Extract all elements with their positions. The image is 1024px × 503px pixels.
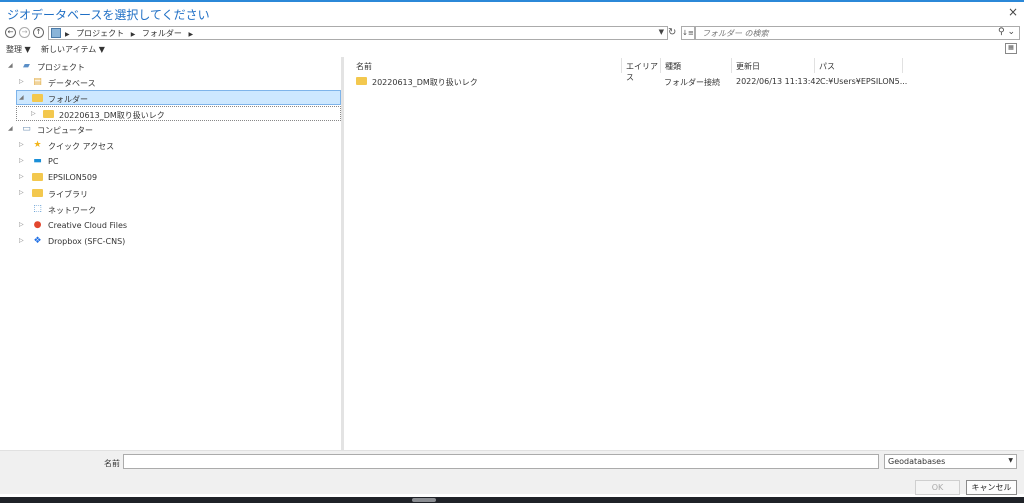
title-bar: ジオデータベースを選択してください ×	[0, 0, 1024, 24]
project-icon: ▰	[23, 61, 30, 71]
ok-button[interactable]: OK	[915, 480, 960, 495]
network-icon: ⬚	[33, 204, 42, 214]
collapse-icon[interactable]: ◢	[19, 94, 24, 101]
tree-item-sub-folder[interactable]: ▷ 20220613_DM取り扱いレク	[16, 106, 341, 121]
name-label: 名前	[104, 459, 120, 468]
bottom-panel: 名前 Geodatabases ▼ OK キャンセル	[0, 450, 1024, 495]
collapse-icon[interactable]: ◢	[8, 125, 13, 132]
expand-icon[interactable]: ▷	[31, 110, 36, 117]
navigation-tree: ◢ ▰ プロジェクト ▷ ▤ データベース ◢ フォルダー ▷ 20220613…	[4, 57, 344, 450]
tree-item-dropbox[interactable]: ▷ ❖ Dropbox (SFC-CNS)	[4, 234, 340, 249]
column-header-type[interactable]: 種類	[661, 58, 732, 73]
tree-item-creative-cloud[interactable]: ▷ ● Creative Cloud Files	[4, 218, 340, 233]
expand-icon[interactable]: ▷	[19, 173, 24, 180]
chevron-down-icon: ▼	[1008, 457, 1013, 464]
tree-item-quick-access[interactable]: ▷ ★ クイック アクセス	[4, 138, 340, 153]
search-box: ⚲ ⌄	[695, 26, 1020, 40]
collapse-icon[interactable]: ◢	[8, 62, 13, 69]
window-title: ジオデータベースを選択してください	[7, 8, 210, 22]
search-input[interactable]	[702, 27, 992, 39]
tree-item-computer[interactable]: ◢ ▭ コンピューター	[4, 122, 340, 137]
location-icon	[51, 28, 61, 38]
creative-cloud-icon: ●	[33, 220, 42, 230]
up-icon[interactable]: ↑	[33, 27, 44, 38]
folder-connection-icon	[43, 109, 54, 119]
address-dropdown-icon[interactable]: ▼	[659, 28, 664, 36]
toolbar: 整理 ▼ 新しいアイテム ▼ ▦	[0, 43, 1024, 57]
tree-item-project[interactable]: ◢ ▰ プロジェクト	[4, 59, 340, 74]
tree-item-folder[interactable]: ◢ フォルダー	[16, 90, 341, 105]
expand-icon[interactable]: ▷	[19, 157, 24, 164]
expand-icon[interactable]: ▷	[19, 78, 24, 85]
taskbar-handle[interactable]	[412, 498, 436, 502]
tree-item-epsilon[interactable]: ▷ EPSILON509	[4, 170, 340, 185]
cancel-button[interactable]: キャンセル	[966, 480, 1017, 495]
folder-icon	[32, 172, 43, 182]
star-icon: ★	[33, 140, 42, 150]
breadcrumb-item-folder[interactable]: フォルダー	[142, 29, 182, 38]
column-header-name[interactable]: 名前	[352, 58, 622, 73]
monitor-icon: ▬	[33, 156, 42, 166]
forward-icon[interactable]: →	[19, 27, 30, 38]
expand-icon[interactable]: ▷	[19, 189, 24, 196]
expand-icon[interactable]: ▷	[19, 221, 24, 228]
expand-icon[interactable]: ▷	[19, 237, 24, 244]
tree-item-network[interactable]: ⬚ ネットワーク	[4, 202, 340, 217]
refresh-icon[interactable]: ↻	[668, 27, 676, 38]
address-field[interactable]: ▶ プロジェクト ▶ フォルダー ▶ ▼	[48, 26, 668, 40]
file-list: 名前 エイリアス 種類 更新日 パス 20220613_DM取り扱いレク フォル…	[352, 57, 1024, 450]
expand-icon[interactable]: ▷	[19, 141, 24, 148]
table-row[interactable]: 20220613_DM取り扱いレク フォルダー接続 2022/06/13 11:…	[352, 74, 912, 89]
breadcrumb-separator-icon: ▶	[130, 31, 136, 38]
tree-item-database[interactable]: ▷ ▤ データベース	[4, 75, 340, 90]
tree-item-pc[interactable]: ▷ ▬ PC	[4, 154, 340, 169]
computer-icon: ▭	[22, 124, 31, 134]
breadcrumb-separator-icon: ▶	[188, 31, 194, 38]
new-item-button[interactable]: 新しいアイテム ▼	[41, 44, 105, 55]
back-icon[interactable]: ←	[5, 27, 16, 38]
breadcrumb-separator-icon: ▶	[65, 31, 70, 38]
close-icon[interactable]: ×	[1008, 5, 1018, 19]
breadcrumb-item-project[interactable]: プロジェクト	[76, 29, 124, 38]
sort-icon[interactable]: ↓≡	[681, 26, 695, 40]
address-bar-row: ← → ↑ ▶ プロジェクト ▶ フォルダー ▶ ▼ ↻ ↓≡ ⚲ ⌄	[0, 26, 1024, 42]
organize-button[interactable]: 整理 ▼	[6, 44, 31, 55]
column-header-modified[interactable]: 更新日	[732, 58, 815, 73]
search-icon[interactable]: ⚲ ⌄	[998, 27, 1015, 37]
taskbar	[0, 497, 1024, 503]
breadcrumb: ▶ プロジェクト ▶ フォルダー ▶	[65, 28, 197, 39]
column-header-path[interactable]: パス	[815, 58, 903, 73]
database-folder-icon: ▤	[33, 77, 42, 87]
view-options-icon[interactable]: ▦	[1005, 43, 1017, 54]
tree-item-library[interactable]: ▷ ライブラリ	[4, 186, 340, 201]
filter-select[interactable]: Geodatabases ▼	[884, 454, 1017, 469]
name-input[interactable]	[123, 454, 879, 469]
dropbox-icon: ❖	[33, 236, 42, 246]
folder-icon	[32, 188, 43, 198]
column-header-alias[interactable]: エイリアス	[622, 58, 661, 82]
folder-connection-icon	[356, 76, 367, 86]
folder-icon	[32, 93, 43, 103]
